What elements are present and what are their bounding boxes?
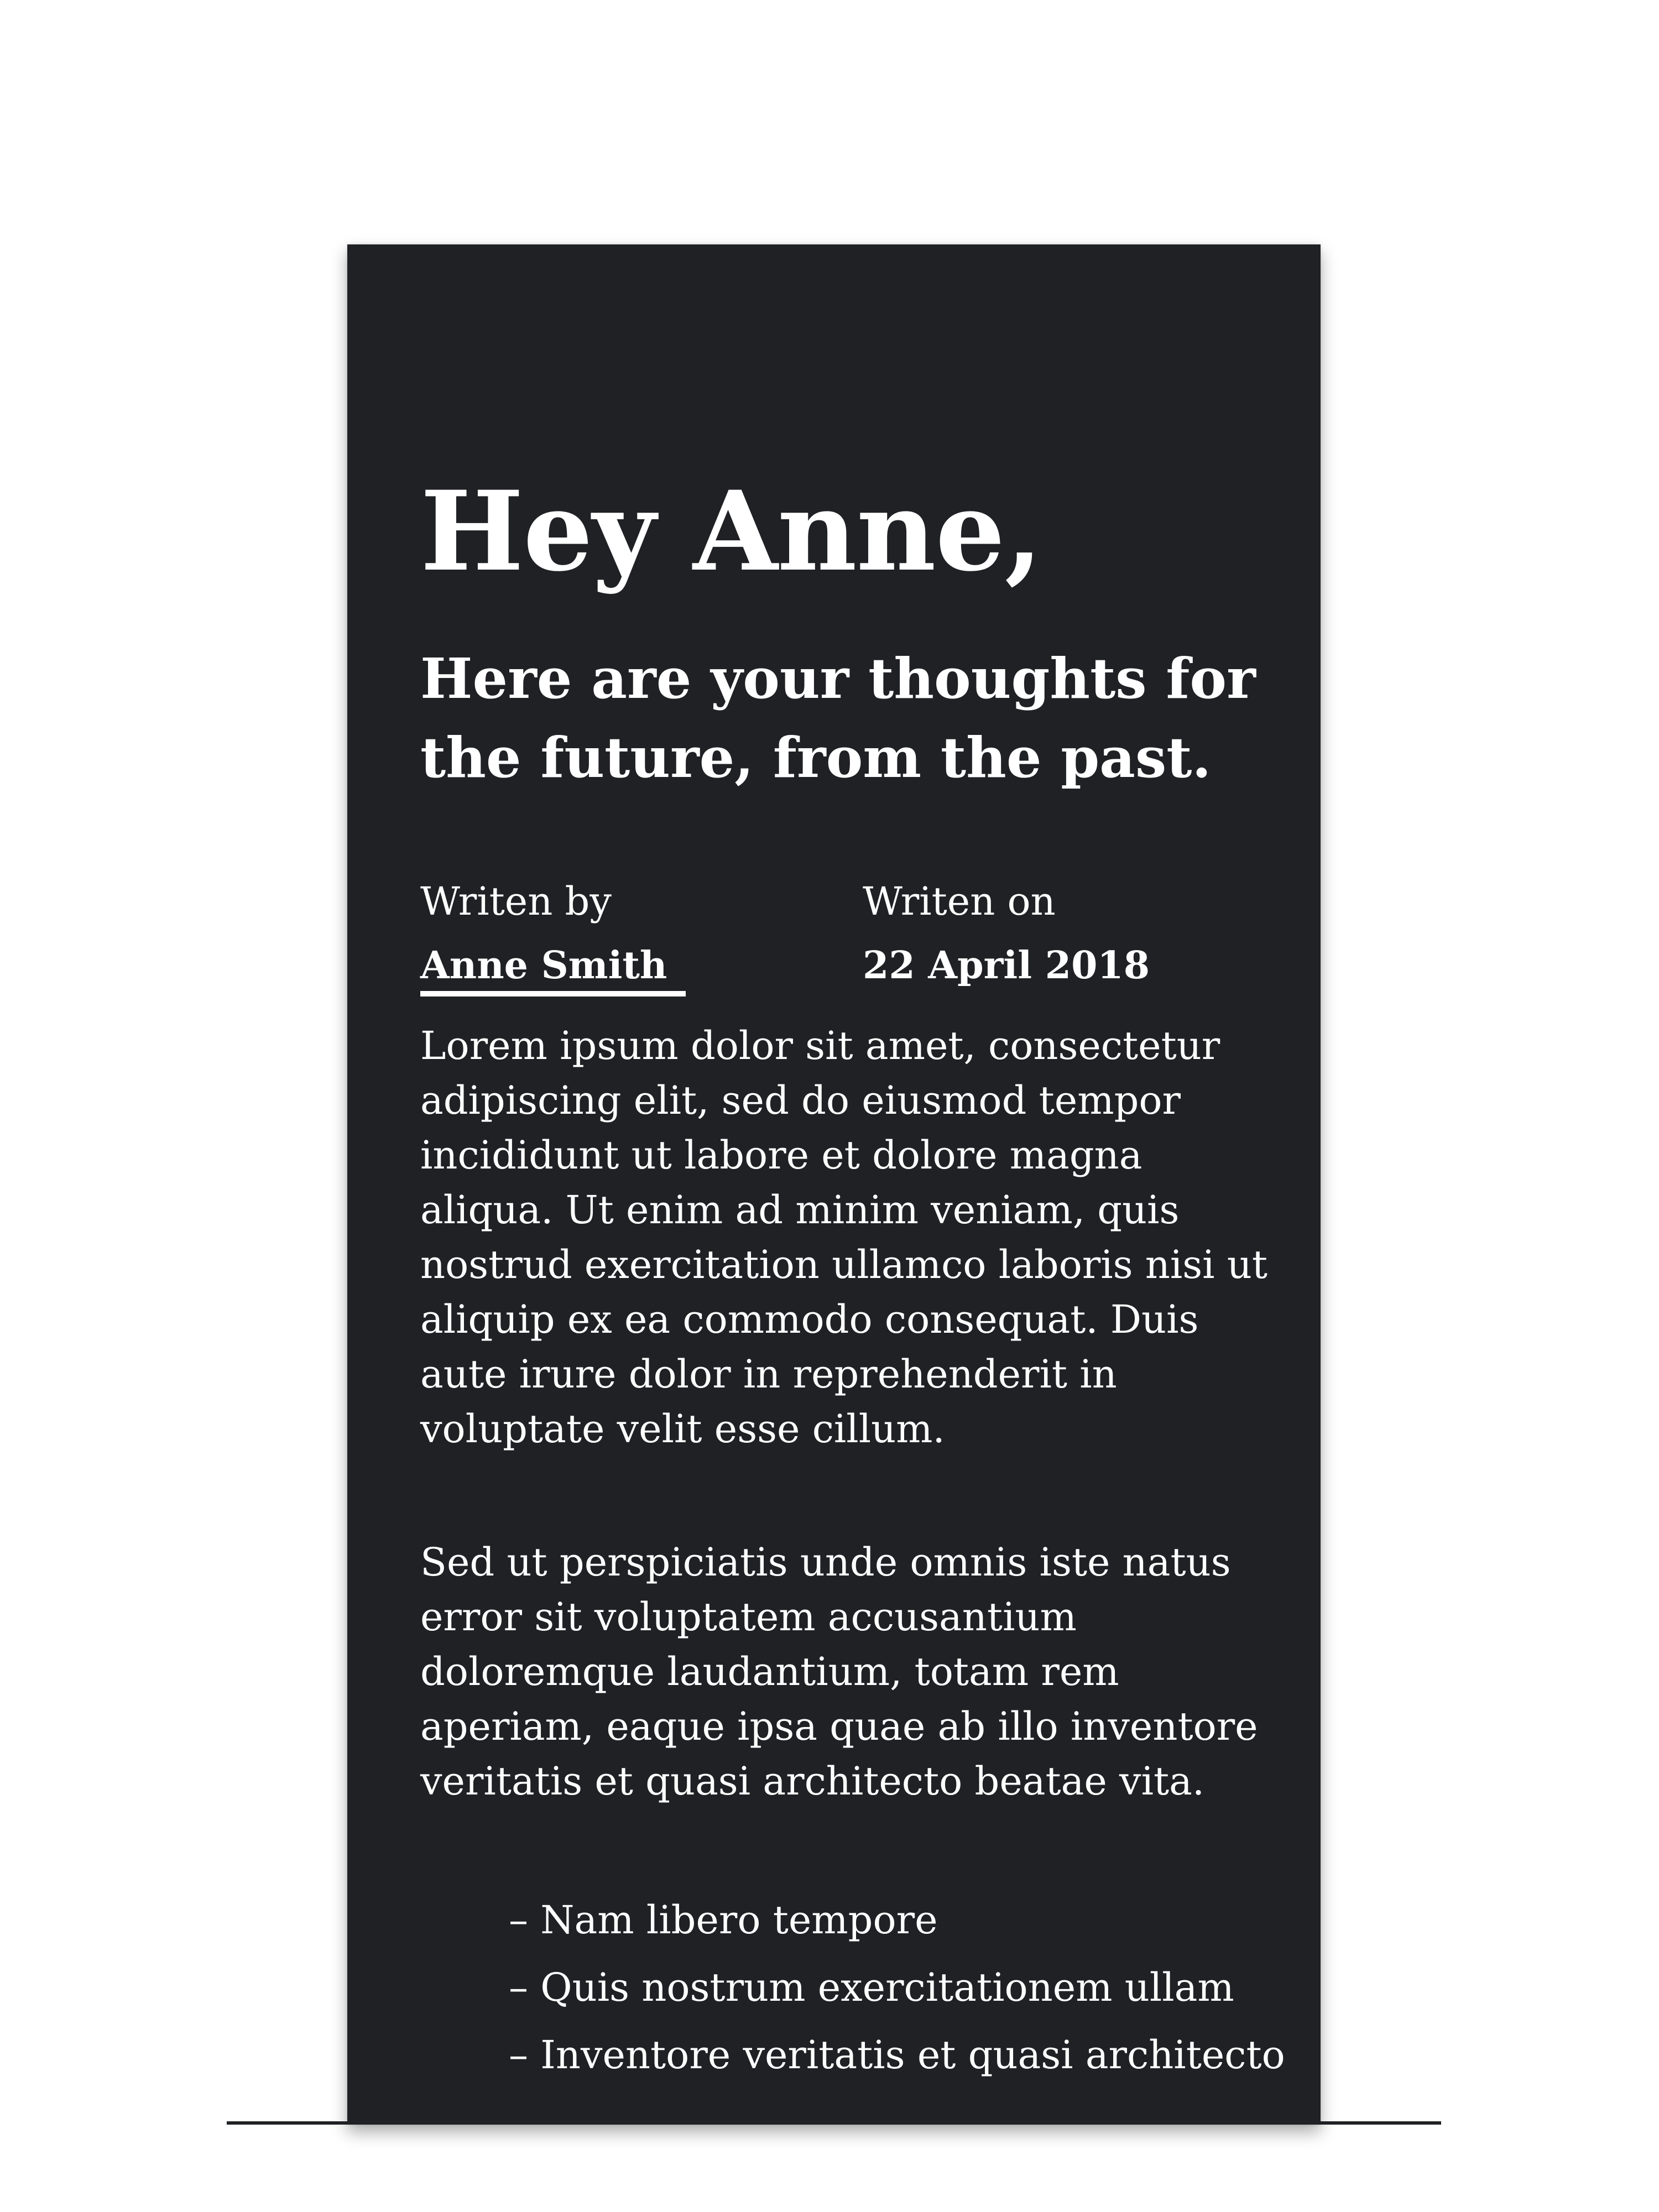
written-by-block: Writen by Anne Smith: [420, 880, 667, 987]
letter-content: Hey Anne, Here are your thoughts for the…: [420, 467, 1285, 2089]
written-on-label: Writen on: [863, 879, 1056, 924]
letter-meta: Writen by Anne Smith Writen on 22 April …: [420, 880, 1283, 1013]
list-item: – Inventore veritatis et quasi architect…: [509, 2032, 1285, 2078]
letter-card: Hey Anne, Here are your thoughts for the…: [347, 244, 1321, 2125]
greeting-heading: Hey Anne,: [420, 467, 1042, 596]
list-item: – Quis nostrum exercitationem ullam: [509, 1965, 1234, 2010]
written-by-label: Writen by: [420, 879, 612, 924]
baseline-divider: [227, 2121, 1441, 2125]
meta-divider: [420, 991, 686, 997]
body-paragraph: Lorem ipsum dolor sit amet, consectetur …: [420, 1023, 1268, 1452]
letter-subtitle: Here are your thoughts for the future, f…: [420, 646, 1256, 790]
written-date: 22 April 2018: [863, 943, 1150, 988]
thoughts-list: – Nam libero tempore – Quis nostrum exer…: [420, 1886, 1285, 2089]
author-name: Anne Smith: [420, 943, 667, 988]
body-paragraph: Sed ut perspiciatis unde omnis iste natu…: [420, 1540, 1258, 1804]
list-item: – Nam libero tempore: [509, 1897, 938, 1943]
written-on-block: Writen on 22 April 2018: [863, 880, 1150, 987]
